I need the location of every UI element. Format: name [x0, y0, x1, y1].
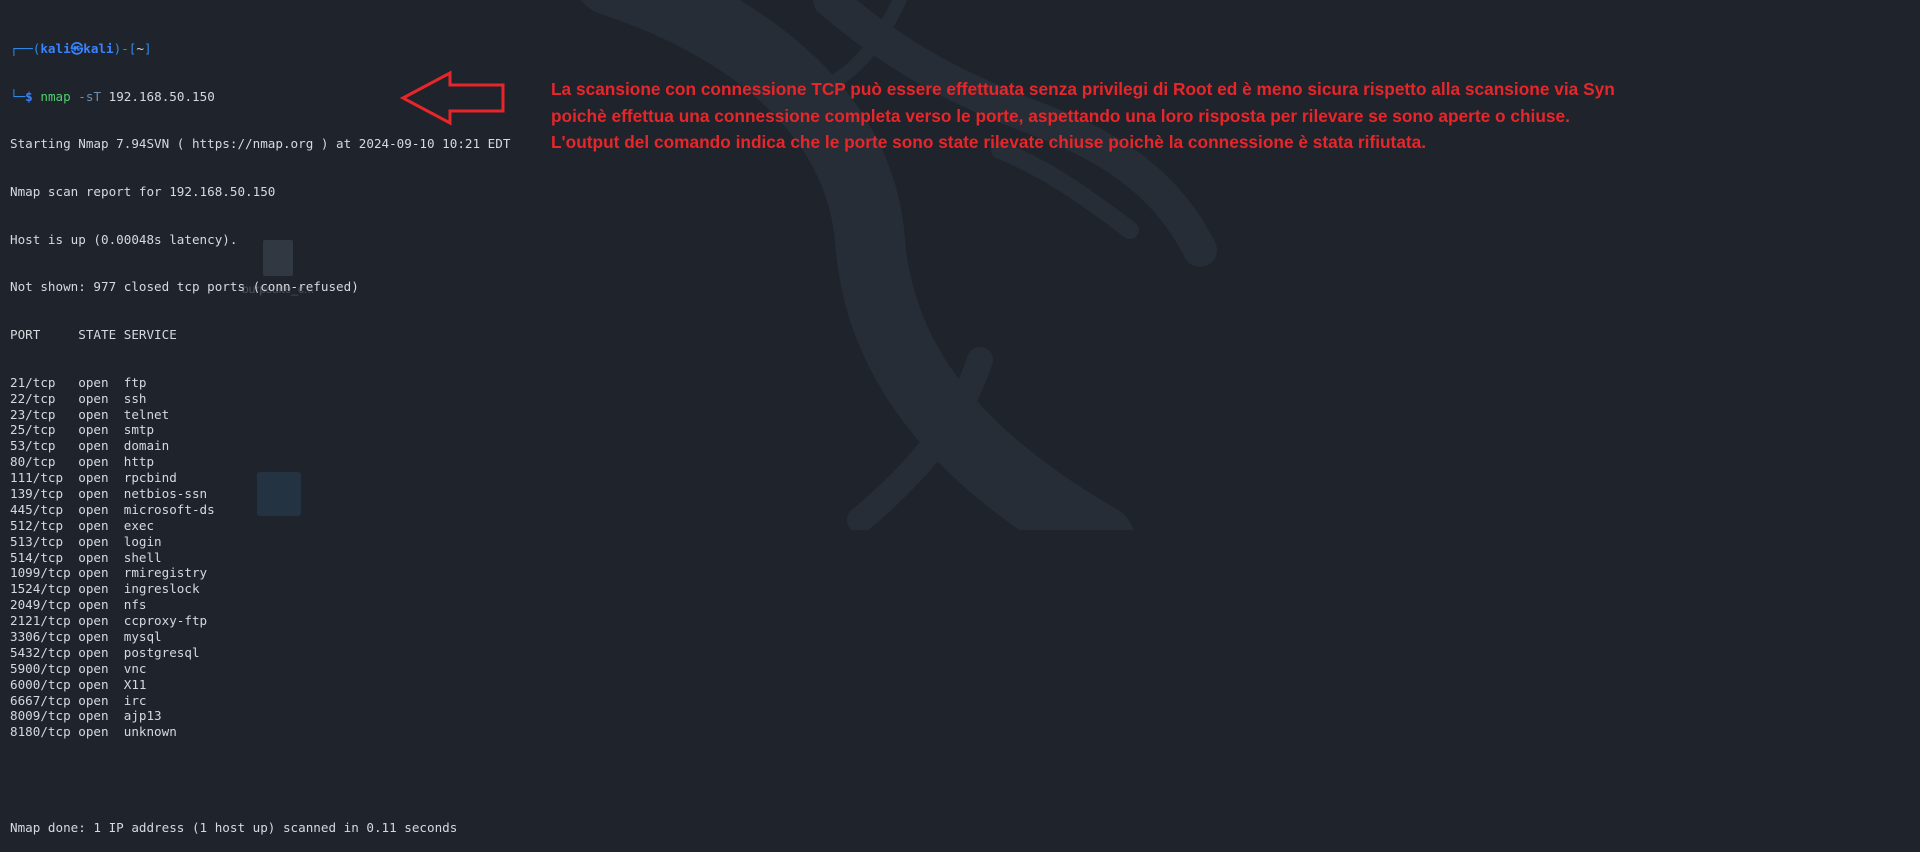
output-line: Nmap scan report for 192.168.50.150	[10, 183, 276, 199]
not-shown-line: Not shown: 977 closed tcp ports (conn-re…	[10, 279, 359, 295]
port-row: 2121/tcp open ccproxy-ftp	[10, 613, 208, 629]
port-row: 3306/tcp open mysql	[10, 628, 162, 644]
port-row: 1099/tcp open rmiregistry	[10, 565, 208, 581]
port-row: 53/tcp open domain	[10, 438, 170, 454]
port-row: 22/tcp open ssh	[10, 390, 147, 406]
port-table-header: PORT STATE SERVICE	[10, 327, 177, 343]
port-row: 25/tcp open smtp	[10, 422, 155, 438]
terminal-output: ┌──(kali㉿kali)-[~] └─$ nmap -sT 192.168.…	[10, 9, 510, 852]
left-arrow-annotation	[400, 70, 505, 126]
port-row: 514/tcp open shell	[10, 549, 162, 565]
port-row: 111/tcp open rpcbind	[10, 470, 177, 486]
port-row: 513/tcp open login	[10, 533, 162, 549]
scan-summary-line: Nmap done: 1 IP address (1 host up) scan…	[10, 819, 458, 835]
prompt-directory: ~	[136, 40, 144, 56]
prompt-separator: )-[	[113, 40, 137, 56]
port-row: 8180/tcp open unknown	[10, 724, 177, 740]
port-row: 445/tcp open microsoft-ds	[10, 501, 215, 517]
prompt-symbol: $	[25, 88, 33, 104]
prompt-corner-top: ┌──(	[10, 40, 41, 56]
prompt-user: kali㉿kali	[40, 40, 114, 56]
port-row: 23/tcp open telnet	[10, 406, 170, 422]
prompt-corner-bottom: └─	[10, 88, 26, 104]
port-row: 5432/tcp open postgresql	[10, 644, 200, 660]
prompt-line-1: ┌──(kali㉿kali)-[~]	[10, 41, 510, 57]
port-row: 512/tcp open exec	[10, 517, 155, 533]
port-row: 21/tcp open ftp	[10, 374, 147, 390]
port-list: 21/tcp open ftp 22/tcp open ssh 23/tcp ope…	[10, 375, 510, 740]
port-row: 6667/tcp open irc	[10, 692, 147, 708]
output-line: Starting Nmap 7.94SVN ( https://nmap.org…	[10, 136, 511, 152]
command-flag: -sT	[78, 88, 102, 104]
output-line: Host is up (0.00048s latency).	[10, 231, 238, 247]
port-row: 2049/tcp open nfs	[10, 597, 147, 613]
annotation-text: La scansione con connessione TCP può ess…	[551, 79, 1615, 152]
command-target: 192.168.50.150	[108, 88, 215, 104]
port-row: 6000/tcp open X11	[10, 676, 147, 692]
port-row: 8009/tcp open ajp13	[10, 708, 162, 724]
command-name: nmap	[40, 88, 71, 104]
port-row: 139/tcp open netbios-ssn	[10, 485, 208, 501]
port-row: 5900/tcp open vnc	[10, 660, 147, 676]
port-row: 1524/tcp open ingreslock	[10, 581, 200, 597]
port-row: 80/tcp open http	[10, 454, 155, 470]
prompt-bracket-end: ]	[143, 40, 152, 56]
